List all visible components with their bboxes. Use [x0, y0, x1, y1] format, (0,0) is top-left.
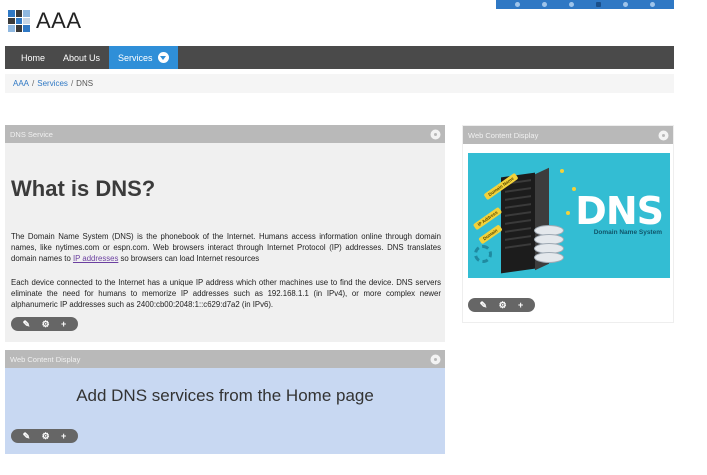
settings-icon[interactable]: ⚙	[42, 319, 50, 329]
gear-icon[interactable]	[430, 129, 440, 139]
dns-image-title: DNS	[575, 189, 664, 233]
site-logo[interactable]: AAA	[8, 8, 82, 34]
settings-icon[interactable]: ⚙	[499, 300, 507, 310]
chevron-down-icon[interactable]	[157, 52, 169, 63]
dns-illustration: Domain Name IP Address Domain DNS Domain…	[468, 153, 670, 278]
add-icon[interactable]: +	[61, 319, 66, 329]
add-dns-services-text: Add DNS services from the Home page	[76, 386, 374, 405]
dns-paragraph-2: Each device connected to the Internet ha…	[11, 278, 441, 309]
web-content-portlet-2: Web Content Display Domain Name IP Addre…	[462, 125, 674, 323]
web-content-portlet-1: Web Content Display Add DNS services fro…	[5, 350, 445, 454]
add-icon[interactable]: +	[518, 300, 523, 310]
portlet-toolbar: ✎ ⚙ +	[11, 317, 78, 331]
control-dot-icon[interactable]	[515, 2, 520, 7]
database-icon	[534, 225, 564, 263]
ip-addresses-link[interactable]: IP addresses	[73, 254, 118, 263]
nav-item-home[interactable]: Home	[5, 46, 54, 69]
server-icon	[501, 172, 535, 274]
portlet-header: DNS Service	[5, 125, 445, 143]
breadcrumb-link-root[interactable]: AAA	[13, 79, 29, 88]
portlet-header: Web Content Display	[5, 350, 445, 368]
dns-paragraph-1-text-end: so browsers can load Internet resources	[118, 254, 260, 263]
control-dot-icon[interactable]	[542, 2, 547, 7]
decor-dot	[560, 169, 564, 173]
nav-item-services-label: Services	[118, 52, 153, 63]
portlet-title: DNS Service	[10, 129, 53, 139]
page-title: What is DNS?	[11, 176, 156, 201]
nav-item-about-us[interactable]: About Us	[54, 46, 109, 69]
top-control-bar[interactable]	[496, 0, 674, 9]
dns-image-subtitle: Domain Name System	[593, 229, 662, 236]
portlet-title: Web Content Display	[468, 130, 539, 140]
control-square-icon[interactable]	[596, 2, 601, 7]
gear-icon[interactable]	[658, 130, 668, 140]
portlet-title: Web Content Display	[10, 354, 81, 364]
site-name: AAA	[36, 8, 82, 33]
control-dot-icon[interactable]	[650, 2, 655, 7]
breadcrumb-separator: /	[70, 79, 74, 88]
edit-icon[interactable]: ✎	[23, 431, 31, 441]
settings-icon[interactable]: ⚙	[42, 431, 50, 441]
add-icon[interactable]: +	[61, 431, 66, 441]
decor-dot	[566, 211, 570, 215]
breadcrumb-link-services[interactable]: Services	[37, 79, 68, 88]
control-dot-icon[interactable]	[623, 2, 628, 7]
breadcrumb-separator: /	[32, 79, 35, 88]
control-dot-icon[interactable]	[569, 2, 574, 7]
nav-item-services[interactable]: Services	[109, 46, 178, 69]
portlet-toolbar: ✎ ⚙ +	[468, 298, 535, 312]
dns-paragraph-1: The Domain Name System (DNS) is the phon…	[11, 231, 441, 264]
logo-icon	[8, 10, 30, 32]
portlet-toolbar: ✎ ⚙ +	[11, 429, 78, 443]
gear-decoration-icon	[474, 245, 492, 263]
main-navbar: Home About Us Services	[5, 46, 674, 69]
image-tag-domain: Domain	[478, 224, 503, 245]
breadcrumb-current: DNS	[76, 79, 94, 88]
portlet-header: Web Content Display	[463, 126, 673, 144]
dns-service-portlet: DNS Service What is DNS? The Domain Name…	[5, 125, 445, 342]
gear-icon[interactable]	[430, 354, 440, 364]
edit-icon[interactable]: ✎	[480, 300, 488, 310]
edit-icon[interactable]: ✎	[23, 319, 31, 329]
breadcrumb: AAA / Services / DNS	[5, 74, 674, 93]
